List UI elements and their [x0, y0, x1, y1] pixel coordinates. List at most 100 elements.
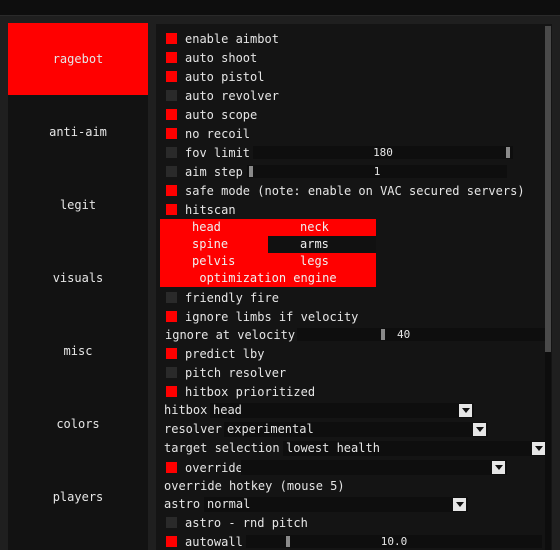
autowall-row[interactable]: autowall	[156, 532, 243, 550]
auto-shoot-label: auto shoot	[185, 50, 258, 65]
astro-dropdown[interactable]: normal	[204, 497, 468, 512]
chevron-down-icon[interactable]	[492, 461, 505, 474]
no-recoil-label: no recoil	[185, 126, 251, 141]
no-recoil-row[interactable]: no recoil	[156, 124, 250, 143]
tab-visuals[interactable]: visuals	[8, 242, 148, 314]
hitscan-option-neck[interactable]: neck	[268, 219, 376, 236]
aim-step-checkbox[interactable]	[166, 166, 177, 177]
ignore-limbs-label: ignore limbs if velocity	[185, 309, 359, 324]
override-hotkey-label[interactable]: override hotkey (mouse 5)	[164, 477, 345, 496]
hitscan-checkbox[interactable]	[166, 204, 177, 215]
hitscan-option-optimization-engine[interactable]: optimization engine	[160, 270, 376, 287]
astro-rnd-pitch-label: astro - rnd pitch	[185, 515, 308, 530]
ignore-limbs-checkbox[interactable]	[166, 311, 177, 322]
friendly-fire-row[interactable]: friendly fire	[156, 288, 279, 307]
hitscan-option-arms[interactable]: arms	[268, 236, 376, 253]
content-scrollbar[interactable]	[545, 26, 551, 550]
no-recoil-checkbox[interactable]	[166, 128, 177, 139]
safe-mode-row[interactable]: safe mode (note: enable on VAC secured s…	[156, 181, 525, 200]
autowall-value: 10.0	[380, 535, 408, 548]
hitscan-label: hitscan	[185, 202, 236, 217]
auto-scope-row[interactable]: auto scope	[156, 105, 257, 124]
autowall-slider[interactable]: 10.0	[246, 535, 542, 548]
hitbox-value: head	[213, 403, 242, 417]
predict-lby-label: predict lby	[185, 346, 265, 361]
tab-label: colors	[56, 417, 100, 431]
chevron-down-icon[interactable]	[473, 423, 486, 436]
fov-limit-row[interactable]: fov limit	[156, 143, 250, 162]
auto-scope-label: auto scope	[185, 107, 258, 122]
target-selection-label: target selection	[164, 441, 280, 455]
tab-colors[interactable]: colors	[8, 388, 148, 460]
auto-revolver-label: auto revolver	[185, 88, 279, 103]
safe-mode-checkbox[interactable]	[166, 185, 177, 196]
predict-lby-checkbox[interactable]	[166, 348, 177, 359]
tab-misc[interactable]: misc	[8, 315, 148, 387]
pitch-resolver-checkbox[interactable]	[166, 367, 177, 378]
fov-limit-slider[interactable]: 180	[253, 146, 513, 159]
astro-rnd-pitch-checkbox[interactable]	[166, 517, 177, 528]
hitscan-option-spine[interactable]: spine	[160, 236, 268, 253]
hitbox-prioritized-row[interactable]: hitbox prioritized	[156, 382, 315, 401]
option-label: neck	[300, 220, 329, 234]
tab-legit[interactable]: legit	[8, 169, 148, 241]
auto-revolver-row[interactable]: auto revolver	[156, 86, 279, 105]
enable-aimbot-row[interactable]: enable aimbot	[156, 29, 279, 48]
scrollbar-thumb[interactable]	[545, 26, 551, 352]
pitch-resolver-row[interactable]: pitch resolver	[156, 363, 286, 382]
fov-limit-slider-handle[interactable]	[506, 147, 510, 158]
auto-pistol-label: auto pistol	[185, 69, 265, 84]
aim-step-slider[interactable]: 1	[247, 165, 507, 178]
option-label: arms	[300, 237, 329, 251]
resolver-value: experimental	[227, 422, 314, 436]
tab-ragebot[interactable]: ragebot	[8, 23, 148, 95]
ignore-at-velocity-slider[interactable]: 40	[297, 328, 547, 341]
aim-step-label: aim step	[185, 164, 243, 179]
auto-shoot-checkbox[interactable]	[166, 52, 177, 63]
hitbox-prioritized-checkbox[interactable]	[166, 386, 177, 397]
override-set-checkbox[interactable]	[166, 462, 177, 473]
override-set-dropdown[interactable]	[241, 460, 507, 475]
ragebot-panel: enable aimbot auto shoot auto pistol aut…	[156, 24, 552, 550]
auto-scope-checkbox[interactable]	[166, 109, 177, 120]
hitbox-label: hitbox	[164, 403, 208, 417]
enable-aimbot-label: enable aimbot	[185, 31, 279, 46]
hitbox-dropdown[interactable]: head	[210, 403, 474, 418]
auto-shoot-row[interactable]: auto shoot	[156, 48, 257, 67]
tab-label: players	[52, 490, 104, 504]
friendly-fire-checkbox[interactable]	[166, 292, 177, 303]
enable-aimbot-checkbox[interactable]	[166, 33, 177, 44]
autowall-label: autowall	[185, 534, 243, 549]
tab-anti-aim[interactable]: anti-aim	[8, 96, 148, 168]
resolver-dropdown[interactable]: experimental	[224, 422, 488, 437]
auto-pistol-row[interactable]: auto pistol	[156, 67, 264, 86]
target-selection-dropdown[interactable]: lowest health	[283, 441, 547, 456]
chevron-down-icon[interactable]	[459, 404, 472, 417]
ignore-at-velocity-slider-handle[interactable]	[381, 329, 385, 340]
option-label: spine	[192, 237, 229, 251]
title-bar	[0, 0, 560, 15]
hitscan-option-pelvis[interactable]: pelvis	[160, 253, 268, 270]
predict-lby-row[interactable]: predict lby	[156, 344, 264, 363]
auto-revolver-checkbox[interactable]	[166, 90, 177, 101]
hitscan-option-legs[interactable]: legs	[268, 253, 376, 270]
hitscan-multiselect: head neck spine arms pelvis legs optimiz…	[160, 219, 376, 287]
resolver-label: resolver	[164, 422, 222, 436]
autowall-checkbox[interactable]	[166, 536, 177, 547]
ignore-at-velocity-row[interactable]: ignore at velocity	[156, 325, 295, 344]
ignore-at-velocity-value: 40	[397, 328, 411, 341]
ignore-limbs-row[interactable]: ignore limbs if velocity	[156, 307, 358, 326]
hitscan-row[interactable]: hitscan	[156, 200, 236, 219]
astro-label: astro	[164, 497, 201, 511]
fov-limit-checkbox[interactable]	[166, 147, 177, 158]
astro-rnd-pitch-row[interactable]: astro - rnd pitch	[156, 513, 308, 532]
ignore-at-velocity-label: ignore at velocity	[165, 327, 296, 342]
hitscan-option-head[interactable]: head	[160, 219, 268, 236]
tab-players[interactable]: players	[8, 461, 148, 533]
option-label: pelvis	[192, 254, 236, 268]
aim-step-row[interactable]: aim step	[156, 162, 243, 181]
auto-pistol-checkbox[interactable]	[166, 71, 177, 82]
chevron-down-icon[interactable]	[532, 442, 545, 455]
chevron-down-icon[interactable]	[453, 498, 466, 511]
aim-step-slider-handle[interactable]	[249, 166, 253, 177]
